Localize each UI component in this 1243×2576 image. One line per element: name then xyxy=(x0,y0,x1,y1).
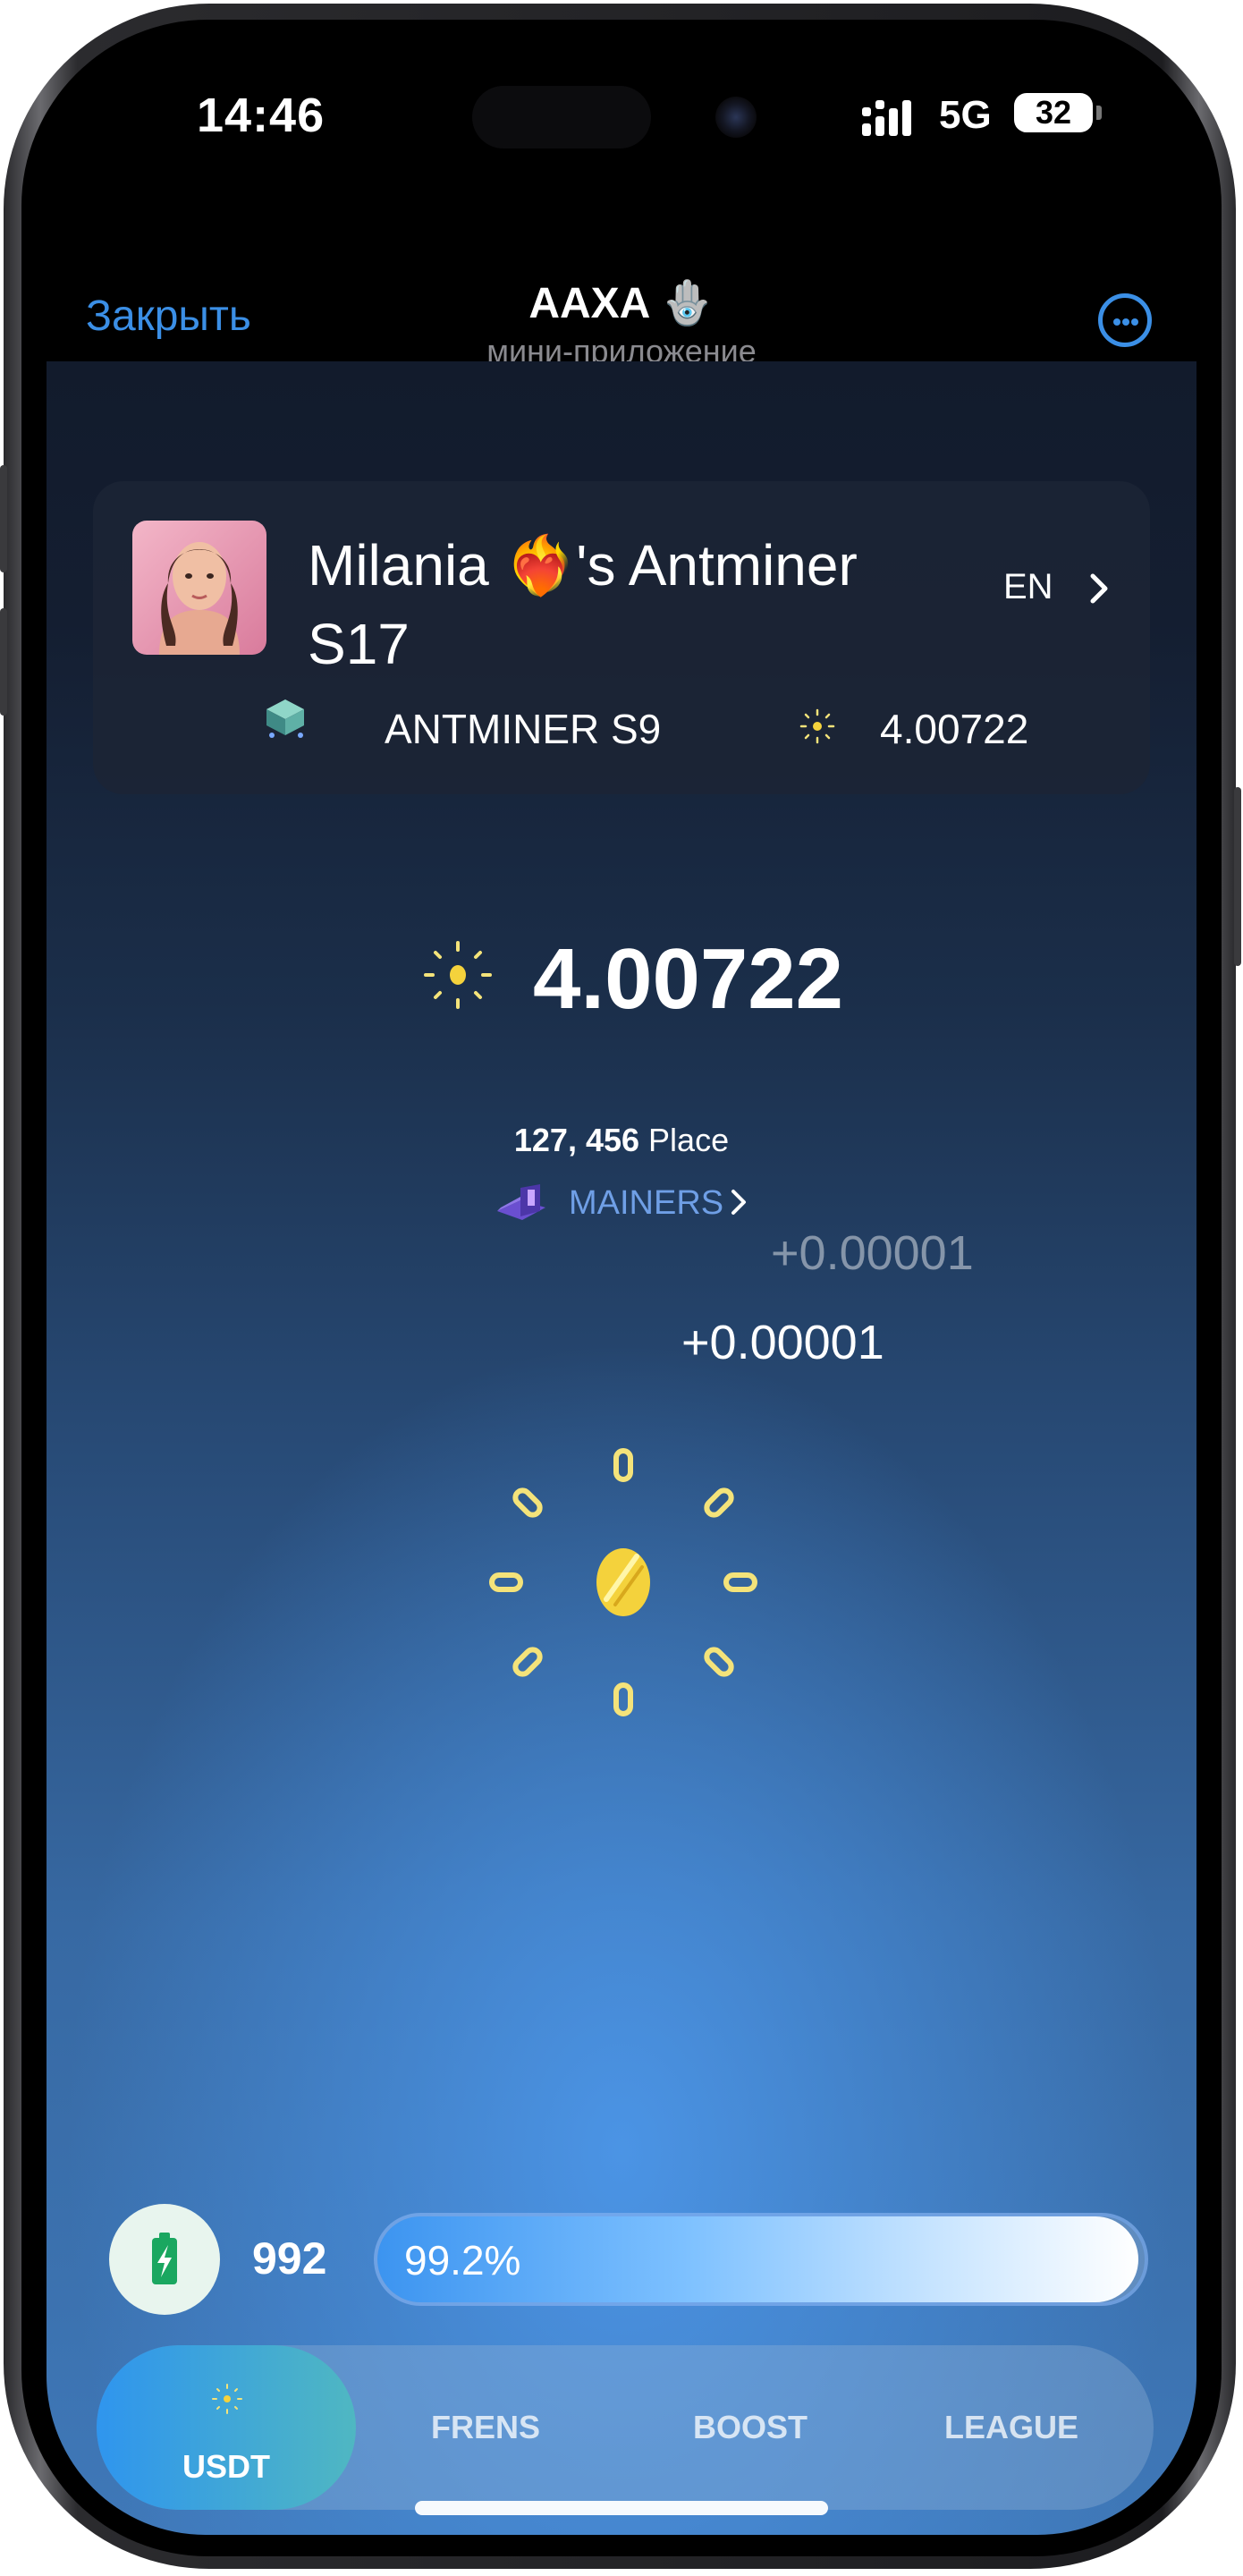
battery-level: 32 xyxy=(1035,94,1072,131)
main-balance: 4.00722 xyxy=(533,931,844,1027)
profile-card[interactable]: Milania ❤️‍🔥's Antminer S17 EN ANTMINER … xyxy=(93,481,1150,794)
coin-sun-icon xyxy=(424,941,492,1009)
coin-sun-icon xyxy=(212,2384,242,2414)
leaderboard-place[interactable]: 127, 456 Place xyxy=(47,1122,1196,1159)
energy-percent: 99.2% xyxy=(404,2237,521,2284)
energy-count: 992 xyxy=(252,2233,327,2284)
energy-progress-bar: 99.2% xyxy=(374,2213,1148,2306)
mainers-icon xyxy=(497,1184,545,1220)
app-title: AAXA 🪬 xyxy=(528,280,715,327)
tab-label: LEAGUE xyxy=(943,2409,1078,2445)
miner-model-label: ANTMINER S9 xyxy=(385,706,662,752)
language-selector[interactable]: EN xyxy=(1003,567,1053,607)
screen: 14:46 5G 32 Закрыть AAXA 🪬 мини-приложен… xyxy=(47,39,1196,2535)
profile-name: Milania ❤️‍🔥's Antminer S17 xyxy=(308,533,858,676)
home-indicator[interactable] xyxy=(415,2501,828,2515)
more-options-button[interactable] xyxy=(1098,293,1152,347)
tab-label: BOOST xyxy=(692,2409,808,2445)
floating-gain: +0.00001 xyxy=(681,1316,884,1369)
app-header: Закрыть AAXA 🪬 мини-приложение xyxy=(47,209,1196,369)
bottom-tab-bar: USDT FRENS BOOST LEAGUE xyxy=(97,2345,1154,2510)
power-button xyxy=(1234,787,1241,966)
chevron-right-icon[interactable] xyxy=(1082,567,1118,610)
battery-tip xyxy=(1096,106,1102,120)
mainers-label: MAINERS xyxy=(569,1184,724,1222)
coin-sun-icon xyxy=(799,708,835,744)
more-dot xyxy=(1113,318,1120,326)
more-dot xyxy=(1131,318,1138,326)
place-number: 127, 456 xyxy=(513,1122,640,1158)
chevron-right-icon xyxy=(731,1190,746,1215)
tab-usdt[interactable]: USDT xyxy=(97,2345,356,2510)
more-dot xyxy=(1122,318,1129,326)
avatar[interactable] xyxy=(132,521,266,655)
miner-device-icon xyxy=(266,699,304,738)
volume-up-button xyxy=(0,465,7,572)
tab-frens[interactable]: FRENS xyxy=(356,2345,615,2510)
tab-boost[interactable]: BOOST xyxy=(621,2345,880,2510)
place-label: Place xyxy=(639,1122,730,1158)
floating-gain: +0.00001 xyxy=(771,1226,974,1280)
status-time: 14:46 xyxy=(197,89,326,142)
app-body: Milania ❤️‍🔥's Antminer S17 EN ANTMINER … xyxy=(47,361,1196,2535)
volume-down-button xyxy=(0,608,7,716)
profile-balance: 4.00722 xyxy=(880,706,1029,752)
energy-battery-icon xyxy=(109,2204,220,2315)
tab-league[interactable]: LEAGUE xyxy=(882,2345,1141,2510)
signal-icon xyxy=(862,100,911,136)
tap-coin-button[interactable] xyxy=(476,1435,771,1730)
tab-label: USDT xyxy=(182,2448,270,2485)
battery-icon: 32 xyxy=(1014,93,1093,132)
camera-icon xyxy=(715,97,757,138)
status-bar: 14:46 5G 32 xyxy=(47,39,1196,209)
dynamic-island xyxy=(472,86,651,148)
tab-label: FRENS xyxy=(430,2409,540,2445)
network-type: 5G xyxy=(939,93,992,137)
